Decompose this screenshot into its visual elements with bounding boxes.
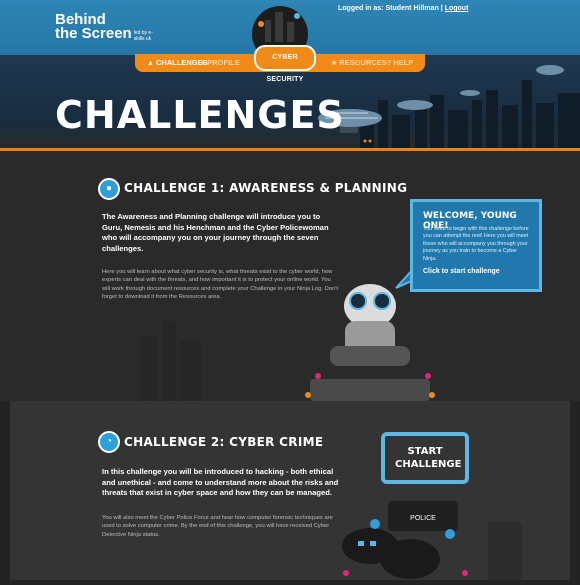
nav-profile[interactable]: ● Profile [201, 58, 240, 67]
challenge2-body: You will also meet the Cyber Police Forc… [102, 515, 333, 538]
login-prefix: Logged in as: [338, 5, 384, 12]
nav-challenges[interactable]: ▲ Challenges [147, 58, 208, 67]
nav-resources[interactable]: ★ Resources [331, 58, 387, 67]
police-sign-text: POLICE [410, 515, 436, 522]
challenge2-intro: In this challenge you will be introduced… [102, 467, 339, 497]
separator: | [440, 5, 443, 12]
cyber-security-badge: CYBER SECURITY [254, 45, 316, 83]
nav-help[interactable]: ? Help [387, 58, 413, 67]
star-icon: ★ [331, 60, 338, 67]
person-icon: ● [201, 60, 206, 67]
question-icon: ? [387, 60, 392, 67]
behind-the-screen-logo[interactable]: Behind the Screen led by e-skills uk [55, 12, 162, 42]
challenge1-title[interactable]: Challenge 1: Awareness & Planning [124, 181, 407, 195]
welcome-text: You need to begin with this challenge be… [423, 226, 529, 262]
user-name: Student Hillman [385, 5, 439, 12]
challenge2-title[interactable]: Challenge 2: Cyber Crime [124, 435, 323, 449]
welcome-callout: Welcome, young one! You need to begin wi… [410, 199, 542, 292]
page-title: CHALLENGES [55, 93, 345, 137]
login-status: Logged in as: Student Hillman | Logout [338, 5, 468, 12]
challenge1-body: Here you will learn about what cyber sec… [102, 269, 339, 301]
challenge1-intro: The Awareness and Planning challenge wil… [102, 212, 329, 253]
airship-small-icon [397, 100, 433, 110]
airship-far-icon [536, 65, 564, 75]
logo-line2: the Screen [55, 25, 132, 42]
logo-tagline: led by e-skills uk [133, 30, 153, 42]
start-challenge2-button[interactable]: START CHALLENGE [381, 432, 469, 484]
flame-icon: ▲ [147, 60, 154, 67]
start-challenge1-link[interactable]: Click to start challenge [423, 268, 500, 275]
lightbulb-icon: ● [98, 178, 120, 200]
speedometer-icon: ◔ [98, 431, 120, 453]
logout-link[interactable]: Logout [445, 5, 469, 12]
